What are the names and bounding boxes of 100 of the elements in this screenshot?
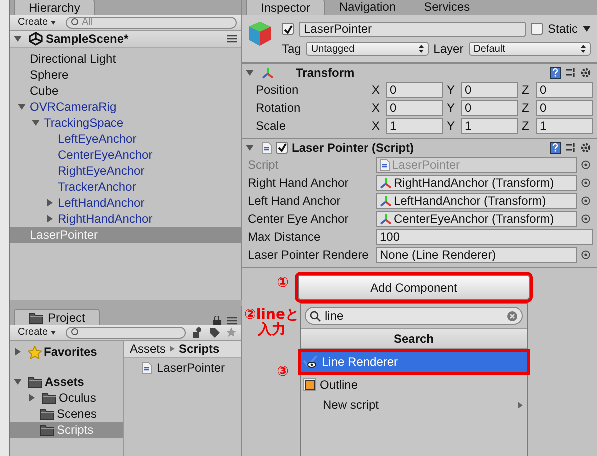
active-checkbox[interactable]	[282, 23, 294, 35]
property-label: Left Hand Anchor	[248, 194, 342, 208]
hierarchy-item[interactable]: CenterEyeAnchor	[10, 147, 241, 163]
search-section-header: Search	[301, 328, 527, 349]
expanded-arrow-icon[interactable]	[32, 119, 40, 127]
collapsed-arrow-icon[interactable]	[28, 394, 36, 402]
clear-icon	[507, 310, 518, 322]
enabled-checkbox[interactable]	[276, 142, 288, 154]
property-label: Scale	[256, 119, 288, 133]
menu-icon	[227, 35, 237, 43]
object-field[interactable]: RightHandAnchor (Transform)	[376, 175, 577, 191]
project-tab[interactable]: Project	[14, 309, 100, 325]
static-checkbox[interactable]	[530, 23, 543, 35]
hierarchy-item[interactable]: Sphere	[10, 67, 241, 83]
inspector-tab[interactable]: Inspector	[246, 0, 326, 15]
search-icon	[71, 328, 80, 337]
layer-dropdown[interactable]: Default	[468, 42, 592, 56]
hierarchy-item[interactable]: Directional Light	[10, 51, 241, 67]
add-component-button[interactable]: Add Component	[298, 275, 530, 300]
object-field[interactable]: LeftHandAnchor (Transform)	[376, 193, 577, 209]
layer-label: Layer	[434, 42, 464, 56]
expanded-arrow-icon[interactable]	[246, 144, 254, 152]
number-field[interactable]: 100	[376, 229, 593, 245]
expanded-arrow-icon[interactable]	[18, 103, 26, 111]
axis-label: X	[372, 83, 382, 97]
number-field[interactable]: 0	[386, 100, 443, 116]
axis-label: X	[372, 119, 382, 133]
component-result-item[interactable]: Line Renderer	[301, 352, 527, 372]
hierarchy-item[interactable]: LeftEyeAnchor	[10, 131, 241, 147]
up-down-arrows-icon	[418, 45, 424, 53]
hierarchy-item[interactable]: TrackerAnchor	[10, 179, 241, 195]
expanded-arrow-icon[interactable]	[14, 378, 22, 386]
project-folder-item[interactable]: Oculus	[10, 390, 123, 406]
help-book-icon	[550, 142, 561, 154]
script-file-name[interactable]: LaserPointer	[157, 361, 226, 375]
collapsed-arrow-icon[interactable]	[46, 199, 54, 207]
create-button[interactable]: Create	[14, 327, 60, 338]
transform-axes-icon	[380, 213, 392, 225]
search-field[interactable]	[66, 326, 186, 338]
transform-axes-icon	[262, 66, 274, 78]
number-field[interactable]: 1	[386, 118, 443, 134]
component-header[interactable]: Laser Pointer (Script)	[242, 138, 597, 156]
number-field[interactable]: 0	[461, 100, 518, 116]
component-result-item[interactable]: New script	[301, 395, 527, 415]
tag-icon	[209, 327, 220, 338]
number-field[interactable]: 0	[386, 82, 443, 98]
component-search-field[interactable]: line	[305, 307, 523, 325]
folder-icon	[28, 376, 43, 388]
step-annotation: ①	[276, 276, 290, 292]
hierarchy-tab[interactable]: Hierarchy	[14, 0, 96, 15]
create-button[interactable]: Create	[14, 17, 60, 28]
breadcrumb-arrow-icon	[170, 346, 176, 352]
scene-header[interactable]: SampleScene*	[10, 31, 241, 48]
line-renderer-icon	[303, 355, 319, 369]
component-title: Transform	[296, 66, 355, 80]
hierarchy-item[interactable]: Cube	[10, 83, 241, 99]
object-field[interactable]: None (Line Renderer)	[376, 247, 577, 263]
transform-axes-icon	[380, 177, 392, 189]
breadcrumb-item[interactable]: Scripts	[179, 342, 220, 356]
lock-icon	[213, 316, 221, 325]
component-header[interactable]: Transform	[242, 63, 597, 81]
shapes-icon	[192, 327, 203, 338]
hierarchy-item[interactable]: LeftHandAnchor	[10, 195, 241, 211]
number-field[interactable]: 0	[536, 82, 593, 98]
axis-label: Y	[447, 101, 456, 115]
csharp-file-icon	[380, 159, 390, 171]
caret-icon	[51, 330, 56, 334]
component-result-item[interactable]: Outline	[301, 375, 527, 395]
number-field[interactable]: 0	[536, 100, 593, 116]
inspector-tab[interactable]: Navigation	[325, 0, 410, 15]
property-label: Script	[248, 158, 280, 172]
caret-icon	[51, 20, 56, 24]
hierarchy-item[interactable]: RightEyeAnchor	[10, 163, 241, 179]
collapsed-arrow-icon[interactable]	[14, 348, 22, 356]
project-folder-item[interactable]: Scenes	[10, 406, 123, 422]
unity-logo-icon	[29, 32, 43, 46]
expanded-arrow-icon[interactable]	[246, 68, 254, 76]
project-folder-item[interactable]: Favorites	[10, 344, 123, 360]
hierarchy-item[interactable]: TrackingSpace	[10, 115, 241, 131]
number-field[interactable]: 1	[536, 118, 593, 134]
breadcrumb-item[interactable]: Assets	[130, 342, 166, 356]
hierarchy-item[interactable]: RightHandAnchor	[10, 211, 241, 227]
static-label: Static	[548, 22, 578, 36]
hierarchy-item[interactable]: OVRCameraRig	[10, 99, 241, 115]
number-field[interactable]: 0	[461, 82, 518, 98]
inspector-tab[interactable]: Services	[410, 0, 484, 15]
collapsed-arrow-icon[interactable]	[46, 215, 54, 223]
number-field[interactable]: 1	[461, 118, 518, 134]
property-label: Max Distance	[248, 230, 322, 244]
object-field[interactable]: CenterEyeAnchor (Transform)	[376, 211, 577, 227]
object-name-field[interactable]: LaserPointer	[299, 22, 526, 36]
tag-dropdown[interactable]: Untagged	[306, 42, 429, 56]
axis-label: X	[372, 101, 382, 115]
star-icon	[28, 346, 42, 358]
expanded-arrow-icon[interactable]	[14, 35, 22, 43]
property-label: Laser Pointer Rendere	[248, 248, 370, 262]
property-label: Rotation	[256, 101, 302, 115]
step-annotation: ③	[276, 365, 290, 380]
csharp-file-icon	[262, 142, 272, 154]
project-folder-item[interactable]: Assets	[10, 374, 123, 390]
